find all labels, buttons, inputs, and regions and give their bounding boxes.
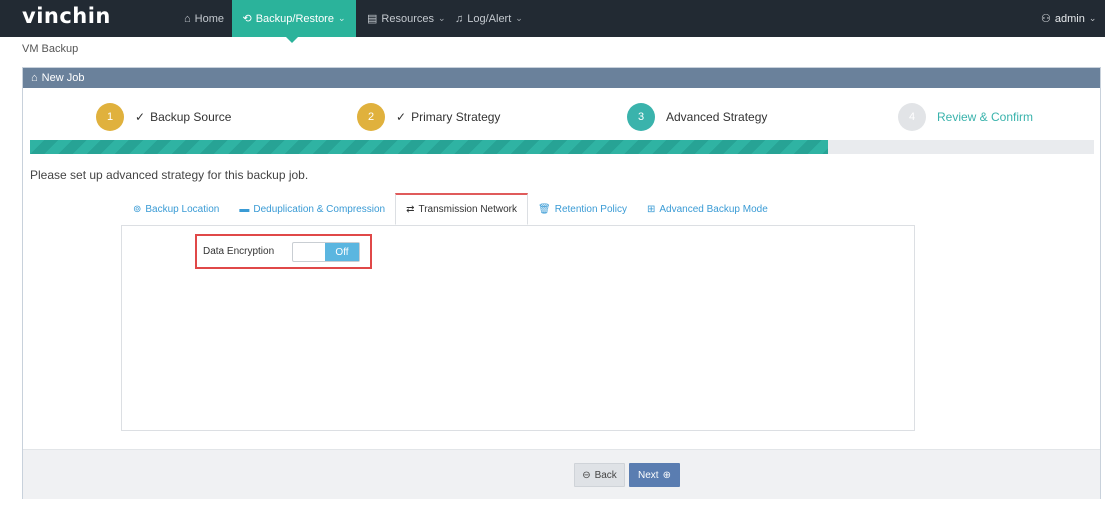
tab-deduplication-compression[interactable]: ▬ Deduplication & Compression <box>229 193 395 225</box>
step-label: Review & Confirm <box>937 110 1034 124</box>
home-icon: ⌂ <box>31 72 38 84</box>
user-icon: ⚇ <box>1041 13 1051 25</box>
step-review-confirm[interactable]: 4 Review & Confirm <box>898 103 1033 131</box>
chevron-down-icon: ⌄ <box>515 13 523 23</box>
resources-icon: ▤ <box>367 13 378 25</box>
step-number: 2 <box>357 103 385 131</box>
next-button[interactable]: Next ⊕ <box>629 463 680 487</box>
check-icon: ✓ <box>135 110 146 124</box>
data-encryption-row: Data Encryption Off <box>195 234 372 269</box>
check-icon: ✓ <box>396 110 407 124</box>
transfer-icon: ⇄ <box>406 204 415 215</box>
user-name: admin <box>1054 12 1085 25</box>
instruction-text: Please set up advanced strategy for this… <box>30 168 309 182</box>
location-icon: ⊚ <box>133 203 142 215</box>
grid-icon: ⊞ <box>646 203 656 215</box>
panel-title: New Job <box>41 72 85 84</box>
back-button[interactable]: ⊖ Back <box>574 463 625 487</box>
arrow-left-icon: ⊖ <box>582 469 591 481</box>
user-menu[interactable]: ⚇ admin ⌄ <box>1041 0 1096 37</box>
nav-resources-label: Resources <box>381 12 434 25</box>
app-logo: vinchin <box>22 4 111 28</box>
data-encryption-toggle[interactable]: Off <box>292 242 360 262</box>
step-number: 3 <box>627 103 655 131</box>
nav-log-alert-label: Log/Alert <box>467 12 512 25</box>
toggle-state: Off <box>325 243 359 261</box>
home-icon: ⌂ <box>184 12 191 25</box>
new-job-panel: ⌂ New Job 1 ✓ Backup Source 2 ✓ Primary … <box>22 67 1101 499</box>
step-advanced-strategy[interactable]: 3 Advanced Strategy <box>627 103 767 131</box>
step-primary-strategy[interactable]: 2 ✓ Primary Strategy <box>357 103 500 131</box>
nav-home-label: Home <box>194 12 224 25</box>
step-number: 1 <box>96 103 124 131</box>
wizard-progress-bar <box>30 140 1094 154</box>
nav-backup-restore-label: Backup/Restore <box>255 12 334 25</box>
tab-advanced-backup-mode[interactable]: ⊞ Advanced Backup Mode <box>637 193 778 225</box>
chevron-down-icon: ⌄ <box>1088 13 1097 23</box>
tab-backup-location[interactable]: ⊚ Backup Location <box>123 193 229 225</box>
next-label: Next <box>638 469 659 481</box>
tab-label: Transmission Network <box>418 204 518 215</box>
nav-resources[interactable]: ▤ Resources ⌄ <box>367 0 446 37</box>
wizard-footer: ⊖ Back Next ⊕ <box>23 449 1100 499</box>
back-label: Back <box>594 469 617 481</box>
tab-label: Deduplication & Compression <box>253 203 386 215</box>
compress-icon: ▬ <box>239 203 250 215</box>
data-encryption-label: Data Encryption <box>203 246 275 257</box>
breadcrumb: VM Backup <box>22 43 79 55</box>
arrow-right-icon: ⊕ <box>662 469 671 481</box>
sync-icon: ⟲ <box>242 13 252 25</box>
progress-fill <box>30 140 828 154</box>
tab-label: Advanced Backup Mode <box>659 203 768 215</box>
step-label: Backup Source <box>150 110 232 124</box>
step-number: 4 <box>898 103 926 131</box>
step-backup-source[interactable]: 1 ✓ Backup Source <box>96 103 231 131</box>
strategy-tabs: ⊚ Backup Location ▬ Deduplication & Comp… <box>123 193 778 225</box>
tab-retention-policy[interactable]: 🗑 Retention Policy <box>528 193 637 225</box>
tab-label: Retention Policy <box>554 203 627 215</box>
nav-log-alert[interactable]: ♫ Log/Alert ⌄ <box>455 0 523 37</box>
tab-content: Data Encryption Off <box>121 225 915 431</box>
chevron-down-icon: ⌄ <box>437 13 446 23</box>
tab-transmission-network[interactable]: ⇄ Transmission Network <box>395 193 529 225</box>
step-label: Advanced Strategy <box>666 110 768 124</box>
tab-label: Backup Location <box>145 203 220 215</box>
panel-header: ⌂ New Job <box>23 68 1100 88</box>
step-label: Primary Strategy <box>411 110 501 124</box>
top-navbar: vinchin ⌂ Home ⟲ Backup/Restore ⌄ ▤ Reso… <box>0 0 1105 43</box>
bell-icon: ♫ <box>455 12 464 25</box>
nav-backup-restore[interactable]: ⟲ Backup/Restore ⌄ <box>232 0 356 43</box>
chevron-down-icon: ⌄ <box>337 13 346 23</box>
nav-home[interactable]: ⌂ Home <box>184 0 224 37</box>
trash-icon: 🗑 <box>538 203 551 215</box>
